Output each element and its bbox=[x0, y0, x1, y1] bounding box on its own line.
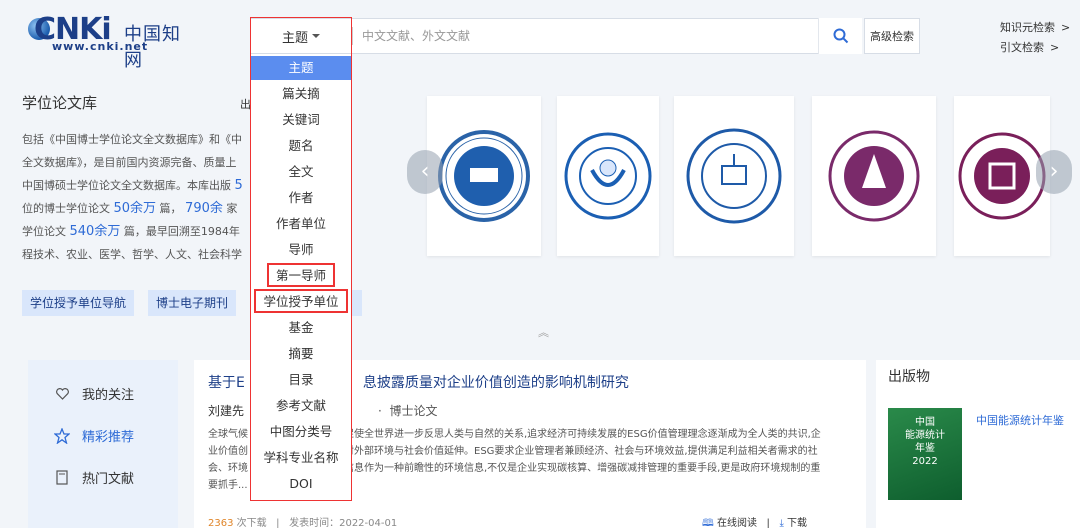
citation-search-link[interactable]: 引文检索 > bbox=[1000, 38, 1070, 58]
collapse-chevron-up-icon[interactable]: ︽ bbox=[538, 324, 549, 340]
logo-url: www.cnki.net bbox=[52, 40, 149, 53]
carousel-next-button[interactable]: › bbox=[1036, 150, 1072, 194]
sidebar-item-hot[interactable]: 热门文献 bbox=[54, 468, 134, 487]
dropdown-option[interactable]: DOI bbox=[251, 472, 351, 496]
search-icon bbox=[833, 28, 848, 44]
university-seal-icon bbox=[438, 130, 530, 222]
dropdown-option[interactable]: 主题 bbox=[251, 56, 351, 80]
dropdown-option[interactable]: 关键词 bbox=[251, 108, 351, 132]
university-card[interactable] bbox=[674, 96, 794, 256]
phd-ejournal-button[interactable]: 博士电子期刊 bbox=[148, 290, 237, 316]
university-card[interactable] bbox=[812, 96, 936, 256]
article-stats: 2363 次下载 | 发表时间：2022-04-01 bbox=[208, 518, 398, 528]
dropdown-option[interactable]: 篇关摘 bbox=[251, 82, 351, 106]
chevron-left-icon: ‹ bbox=[420, 159, 430, 184]
chevron-right-icon: › bbox=[1049, 159, 1059, 184]
dropdown-option[interactable]: 第一导师 bbox=[251, 264, 351, 288]
sidebar-item-recommend[interactable]: 精彩推荐 bbox=[54, 426, 134, 445]
dropdown-option[interactable]: 作者单位 bbox=[251, 212, 351, 236]
article-actions: 🕮 在线阅读 | ⤓ 下载 bbox=[702, 518, 808, 528]
read-online-button[interactable]: 🕮 在线阅读 bbox=[702, 518, 757, 528]
search-field-select[interactable]: 主题 bbox=[251, 19, 351, 53]
document-icon bbox=[54, 470, 70, 486]
dropdown-option[interactable]: 题名 bbox=[251, 134, 351, 158]
university-seal-icon bbox=[958, 132, 1046, 220]
book-open-icon: 🕮 bbox=[702, 518, 714, 528]
library-title: 学位论文库 bbox=[22, 94, 98, 112]
dropdown-option[interactable]: 中图分类号 bbox=[251, 420, 351, 444]
recommend-sidebar: 我的关注 精彩推荐 热门文献 bbox=[28, 360, 178, 528]
caret-down-icon bbox=[312, 34, 320, 38]
degree-unit-nav-button[interactable]: 学位授予单位导航 bbox=[22, 290, 135, 316]
university-card[interactable] bbox=[427, 96, 541, 256]
dropdown-option[interactable]: 作者 bbox=[251, 186, 351, 210]
publications-panel: 出版物 中国 能源统计 年鉴 2022 中国能源统计年鉴 bbox=[876, 360, 1080, 528]
heart-icon bbox=[54, 386, 70, 402]
hidden-button-edge[interactable] bbox=[352, 290, 362, 316]
search-button[interactable] bbox=[818, 18, 862, 54]
knowledge-search-link[interactable]: 知识元检索 > bbox=[1000, 18, 1070, 38]
university-seal-icon bbox=[828, 130, 920, 222]
advanced-search-button[interactable]: 高级检索 bbox=[864, 18, 920, 54]
download-icon: ⤓ bbox=[779, 518, 784, 528]
university-seal-icon bbox=[564, 132, 652, 220]
article-author[interactable]: 刘建先 bbox=[208, 402, 244, 419]
search-input[interactable] bbox=[362, 19, 817, 53]
library-title-more[interactable]: 出 bbox=[240, 96, 251, 112]
dropdown-option[interactable]: 参考文献 bbox=[251, 394, 351, 418]
book-cover[interactable]: 中国 能源统计 年鉴 2022 bbox=[888, 408, 962, 500]
article-type: · 博士论文 bbox=[378, 404, 438, 418]
top-links: 知识元检索 > 引文检索 > bbox=[1000, 18, 1070, 58]
dropdown-option[interactable]: 基金 bbox=[251, 316, 351, 340]
download-button[interactable]: ⤓ 下载 bbox=[779, 518, 807, 528]
book-title-link[interactable]: 中国能源统计年鉴 bbox=[976, 412, 1064, 428]
dropdown-option[interactable]: 目录 bbox=[251, 368, 351, 392]
carousel-prev-button[interactable]: ‹ bbox=[407, 150, 443, 194]
dropdown-option[interactable]: 导师 bbox=[251, 238, 351, 262]
publications-title: 出版物 bbox=[888, 369, 930, 385]
dropdown-option[interactable]: 全文 bbox=[251, 160, 351, 184]
university-seal-icon bbox=[686, 128, 782, 224]
library-description: 包括《中国博士学位论文全文数据库》和《中 全文数据库》，是目前国内资源完备、质量… bbox=[22, 133, 243, 261]
dropdown-option[interactable]: 学位授予单位 bbox=[251, 290, 351, 314]
university-card[interactable] bbox=[557, 96, 659, 256]
star-icon bbox=[54, 427, 70, 444]
search-separator bbox=[352, 27, 353, 45]
sidebar-item-follow[interactable]: 我的关注 bbox=[54, 384, 134, 403]
cnki-logo[interactable]: CNKi 中国知网 www.cnki.net bbox=[28, 12, 188, 71]
search-field-dropdown: 主题 篇关摘 关键词 题名 全文 作者 作者单位 导师 第一导师 学位授予单位 基金 摘要 目录 参考文献… bbox=[251, 54, 351, 500]
dropdown-option[interactable]: 学科专业名称 bbox=[251, 446, 351, 470]
dropdown-option[interactable]: 摘要 bbox=[251, 342, 351, 366]
